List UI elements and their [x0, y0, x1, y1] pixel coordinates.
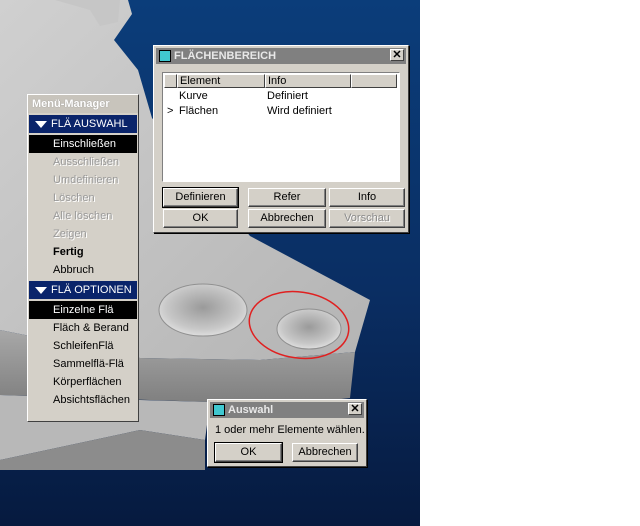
row-info: Wird definiert: [267, 105, 332, 117]
ok-button[interactable]: OK: [163, 209, 238, 228]
app-icon: [213, 404, 225, 416]
triangle-down-icon: [35, 287, 47, 294]
menu-item-sammelfla-fla[interactable]: Sammelflä-Flä: [29, 355, 137, 373]
close-button[interactable]: ✕: [348, 403, 362, 415]
flaechenbereich-dialog: FLÄCHENBEREICH ✕ Element Info Kurve Defi…: [153, 45, 409, 233]
menu-item-fertig[interactable]: Fertig: [29, 243, 137, 261]
menu-item-umdefinieren[interactable]: Umdefinieren: [29, 171, 137, 189]
hole-left[interactable]: [158, 283, 248, 337]
hole-right[interactable]: [276, 308, 342, 350]
column-header-marker[interactable]: [164, 74, 177, 88]
refer-button[interactable]: Refer: [248, 188, 326, 207]
auswahl-title: Auswahl: [228, 404, 274, 416]
close-icon: ✕: [350, 403, 360, 415]
row-info: Definiert: [267, 90, 308, 102]
auswahl-message: 1 oder mehr Elemente wählen.: [215, 424, 365, 436]
close-button[interactable]: ✕: [390, 49, 404, 61]
abbrechen-button[interactable]: Abbrechen: [292, 443, 358, 462]
flaechenbereich-title: FLÄCHENBEREICH: [174, 50, 277, 62]
column-header-extra[interactable]: [351, 74, 397, 88]
section-fla-optionen[interactable]: FLÄ OPTIONEN: [29, 281, 137, 299]
menu-item-einzelne-fla[interactable]: Einzelne Flä: [29, 301, 137, 319]
close-icon: ✕: [392, 49, 402, 61]
auswahl-titlebar[interactable]: Auswahl ✕: [210, 402, 364, 418]
auswahl-dialog: Auswahl ✕ 1 oder mehr Elemente wählen. O…: [207, 399, 367, 467]
menu-item-einschliessen[interactable]: Einschließen: [29, 135, 137, 153]
ok-button[interactable]: OK: [214, 442, 283, 463]
list-row[interactable]: Kurve Definiert: [163, 89, 399, 104]
menu-item-abbruch[interactable]: Abbruch: [29, 261, 137, 279]
menu-item-absichtsflaechen[interactable]: Absichtsflächen: [29, 391, 137, 409]
column-header-info[interactable]: Info: [265, 74, 351, 88]
row-element: Flächen: [179, 105, 219, 117]
info-button[interactable]: Info: [329, 188, 405, 207]
section-fla-auswahl-label: FLÄ AUSWAHL: [51, 118, 128, 130]
menu-item-loeschen[interactable]: Löschen: [29, 189, 137, 207]
list-row[interactable]: > Flächen Wird definiert: [163, 104, 399, 119]
app-icon: [159, 50, 171, 62]
column-header-element[interactable]: Element: [177, 74, 265, 88]
menu-item-alle-loeschen[interactable]: Alle löschen: [29, 207, 137, 225]
menu-item-ausschliessen[interactable]: Ausschließen: [29, 153, 137, 171]
menu-item-koerperflaechen[interactable]: Körperflächen: [29, 373, 137, 391]
menu-manager-title: Menü-Manager: [28, 95, 138, 113]
element-list[interactable]: Element Info Kurve Definiert > Flächen W…: [162, 72, 400, 182]
row-element: Kurve: [179, 90, 208, 102]
menu-manager: Menü-Manager FLÄ AUSWAHL Einschließen Au…: [27, 94, 139, 422]
menu-item-schleifenfla[interactable]: SchleifenFlä: [29, 337, 137, 355]
section-fla-optionen-label: FLÄ OPTIONEN: [51, 284, 132, 296]
definieren-button[interactable]: Definieren: [162, 187, 239, 208]
menu-item-flaech-berand[interactable]: Fläch & Berand: [29, 319, 137, 337]
section-fla-auswahl[interactable]: FLÄ AUSWAHL: [29, 115, 137, 133]
menu-item-zeigen[interactable]: Zeigen: [29, 225, 137, 243]
abbrechen-button[interactable]: Abbrechen: [248, 209, 326, 228]
triangle-down-icon: [35, 121, 47, 128]
row-marker: >: [167, 105, 174, 117]
vorschau-button[interactable]: Vorschau: [329, 209, 405, 228]
flaechenbereich-titlebar[interactable]: FLÄCHENBEREICH ✕: [156, 48, 406, 64]
